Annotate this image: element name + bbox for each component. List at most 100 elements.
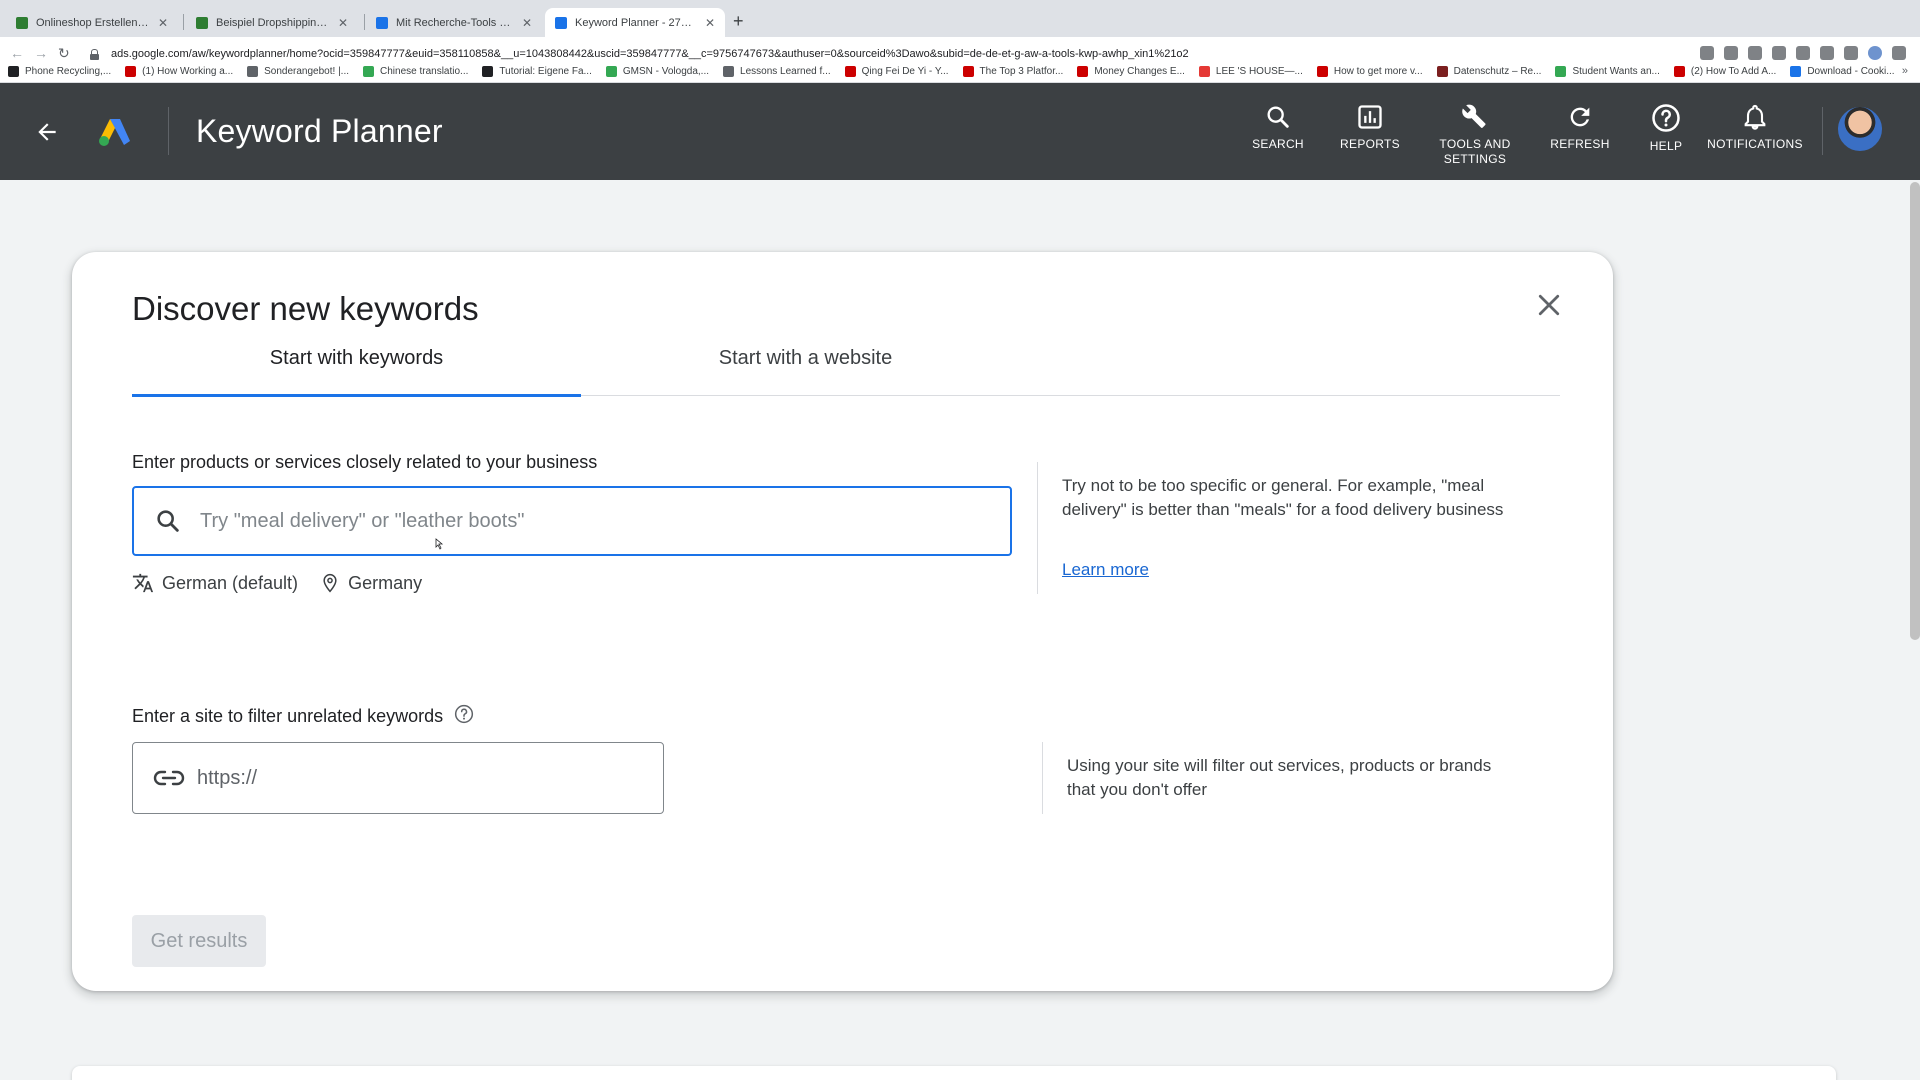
nav-search[interactable]: SEARCH bbox=[1250, 103, 1306, 152]
extension-icon[interactable] bbox=[1796, 46, 1810, 60]
tab-divider bbox=[364, 14, 365, 30]
bookmark-favicon-icon bbox=[363, 66, 375, 77]
bookmark-favicon-icon bbox=[1436, 66, 1448, 77]
bookmark-label: How to get more v... bbox=[1333, 66, 1423, 77]
bookmark-item[interactable]: Phone Recycling,... bbox=[8, 66, 111, 77]
nav-notifications[interactable]: NOTIFICATIONS bbox=[1707, 103, 1803, 152]
reload-icon[interactable]: ↻ bbox=[58, 45, 70, 61]
bookmark-label: Student Wants an... bbox=[1572, 66, 1660, 77]
keywords-input[interactable] bbox=[200, 509, 1010, 533]
nav-reports[interactable]: REPORTS bbox=[1340, 103, 1400, 152]
bookmark-favicon-icon bbox=[125, 66, 137, 77]
hint-divider bbox=[1037, 462, 1038, 594]
nav-tools-and-settings[interactable]: TOOLS AND SETTINGS bbox=[1432, 103, 1518, 167]
mouse-cursor-icon bbox=[435, 538, 444, 550]
get-results-button[interactable]: Get results bbox=[132, 915, 266, 967]
close-tab-icon[interactable]: ✕ bbox=[705, 16, 715, 30]
page-title: Keyword Planner bbox=[196, 113, 443, 149]
bookmark-item[interactable]: GMSN - Vologda,... bbox=[605, 66, 709, 77]
profile-icon[interactable] bbox=[1868, 46, 1882, 60]
bookmark-label: The Top 3 Platfor... bbox=[979, 66, 1064, 77]
learn-more-link[interactable]: Learn more bbox=[1062, 560, 1149, 580]
keywords-hint: Try not to be too specific or general. F… bbox=[1062, 476, 1504, 519]
browser-tab[interactable]: Mit Recherche-Tools die richti ✕ bbox=[366, 8, 542, 37]
language-value: German (default) bbox=[162, 572, 299, 593]
new-tab-button[interactable]: + bbox=[733, 8, 744, 34]
puzzle-icon[interactable] bbox=[1820, 46, 1834, 60]
bookmark-item[interactable]: The Top 3 Platfor... bbox=[962, 66, 1064, 77]
site-filter-label: Enter a site to filter unrelated keyword… bbox=[132, 704, 474, 727]
zoom-icon[interactable] bbox=[1724, 46, 1738, 60]
tab-start-with-website[interactable]: Start with a website bbox=[581, 344, 1030, 396]
bookmark-item[interactable]: LEE 'S HOUSE—... bbox=[1198, 66, 1303, 77]
browser-tab[interactable]: Beispiel Dropshipping Store - I ✕ bbox=[186, 8, 358, 37]
sidepanel-icon[interactable] bbox=[1844, 46, 1858, 60]
dialog-title: Discover new keywords bbox=[132, 290, 479, 327]
keywords-field[interactable] bbox=[132, 486, 1012, 556]
back-arrow-icon[interactable]: ← bbox=[10, 45, 24, 61]
bookmark-item[interactable]: (2) How To Add A... bbox=[1673, 66, 1777, 77]
refresh-icon bbox=[1570, 107, 1590, 127]
star-icon[interactable] bbox=[1772, 46, 1786, 60]
bookmark-label: Tutorial: Eigene Fa... bbox=[499, 66, 592, 77]
url-text: ads.google.com/aw/keywordplanner/home?oc… bbox=[111, 48, 1189, 60]
close-tab-icon[interactable]: ✕ bbox=[522, 16, 532, 30]
bookmark-favicon-icon bbox=[962, 66, 974, 77]
results-card bbox=[72, 1066, 1836, 1080]
header-divider bbox=[168, 107, 169, 155]
app-header: Keyword Planner SEARCH REPORTS TOOLS AND… bbox=[0, 83, 1920, 180]
avatar[interactable] bbox=[1836, 105, 1884, 153]
bookmark-item[interactable]: Chinese translatio... bbox=[363, 66, 468, 77]
bookmark-item[interactable]: Lessons Learned f... bbox=[723, 66, 831, 77]
bookmark-item[interactable]: Download - Cooki... bbox=[1790, 66, 1895, 77]
search-icon bbox=[1267, 106, 1289, 128]
bookmark-label: Chinese translatio... bbox=[380, 66, 469, 77]
bookmark-favicon-icon bbox=[605, 66, 617, 77]
language-selector[interactable]: German (default) bbox=[132, 572, 298, 594]
browser-tab-title: Beispiel Dropshipping Store - I bbox=[216, 16, 330, 29]
nav-refresh[interactable]: REFRESH bbox=[1548, 103, 1612, 152]
kebab-menu-icon[interactable] bbox=[1892, 46, 1906, 60]
nav-help[interactable]: HELP bbox=[1648, 103, 1684, 154]
back-arrow-icon[interactable] bbox=[34, 119, 60, 145]
bookmark-item[interactable]: Tutorial: Eigene Fa... bbox=[482, 66, 592, 77]
bookmark-item[interactable]: Student Wants an... bbox=[1555, 66, 1660, 77]
bookmark-item[interactable]: How to get more v... bbox=[1316, 66, 1423, 77]
nav-reports-label: REPORTS bbox=[1340, 137, 1400, 151]
tab-divider bbox=[183, 14, 184, 30]
location-selector[interactable]: Germany bbox=[320, 572, 422, 594]
bookmark-label: Phone Recycling,... bbox=[25, 66, 112, 77]
lock-icon[interactable] bbox=[90, 48, 99, 60]
bookmark-favicon-icon bbox=[1790, 66, 1802, 77]
bookmark-item[interactable]: Qing Fei De Yi - Y... bbox=[844, 66, 949, 77]
forward-arrow-icon[interactable]: → bbox=[34, 45, 48, 61]
bookmark-label: Money Changes E... bbox=[1094, 66, 1185, 77]
browser-tab-strip: Onlineshop Erstellen - Einfach ✕ Beispie… bbox=[0, 0, 1920, 37]
share-icon[interactable] bbox=[1748, 46, 1762, 60]
location-pin-icon bbox=[323, 573, 337, 593]
bookmark-item[interactable]: Datenschutz – Re... bbox=[1436, 66, 1541, 77]
bookmark-item[interactable]: Sonderangebot! |... bbox=[247, 66, 349, 77]
bookmark-label: LEE 'S HOUSE—... bbox=[1215, 66, 1303, 77]
close-tab-icon[interactable]: ✕ bbox=[158, 16, 168, 30]
bookmark-favicon-icon bbox=[723, 66, 735, 77]
tab-start-with-keywords[interactable]: Start with keywords bbox=[132, 344, 581, 397]
close-icon[interactable] bbox=[1534, 290, 1564, 320]
site-hint: Using your site will filter out services… bbox=[1067, 756, 1492, 799]
bell-icon bbox=[1744, 104, 1766, 130]
bookmark-item[interactable]: Money Changes E... bbox=[1077, 66, 1185, 77]
site-input[interactable] bbox=[197, 766, 663, 790]
scrollbar-thumb[interactable] bbox=[1910, 182, 1920, 640]
translate-icon[interactable] bbox=[1700, 46, 1714, 60]
nav-help-label: HELP bbox=[1649, 139, 1683, 153]
bookmarks-more-button[interactable]: » bbox=[1902, 65, 1908, 77]
bookmark-favicon-icon bbox=[247, 66, 259, 77]
browser-tab[interactable]: Onlineshop Erstellen - Einfach ✕ bbox=[6, 8, 178, 37]
help-icon bbox=[1652, 104, 1680, 132]
site-field[interactable] bbox=[132, 742, 664, 814]
close-tab-icon[interactable]: ✕ bbox=[338, 16, 348, 30]
bookmark-item[interactable]: (1) How Working a... bbox=[125, 66, 233, 77]
bookmark-label: (2) How To Add A... bbox=[1690, 66, 1777, 77]
help-icon[interactable] bbox=[454, 704, 474, 724]
browser-tab-active[interactable]: Keyword Planner - 279-560-1 ✕ bbox=[545, 8, 725, 37]
